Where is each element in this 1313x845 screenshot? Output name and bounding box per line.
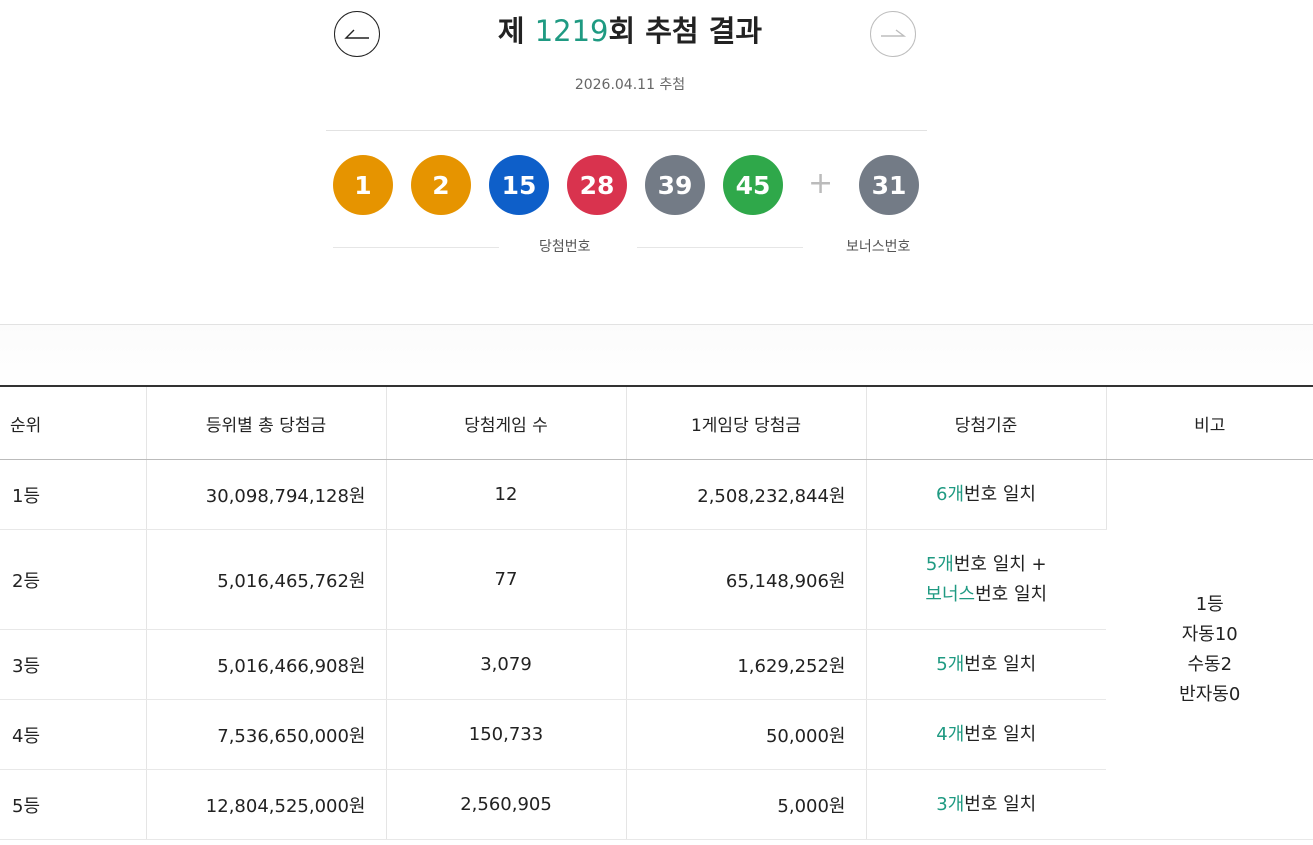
total-prize-cell: 7,536,650,000원 [146,699,387,770]
arrow-left-icon [344,29,369,39]
winning-ball: 28 [567,155,627,215]
rank-cell: 5등 [0,769,147,840]
criteria-text: 번호 일치 [964,653,1037,675]
rank-cell: 3등 [0,629,147,700]
bonus-number-label: 보너스번호 [846,239,911,255]
round-number: 1219 [534,14,609,48]
title-prefix: 제 [497,14,535,48]
header-prize-per-game: 1게임당 당첨금 [626,386,867,460]
header-criteria: 당첨기준 [866,386,1107,460]
note-cell: 1등 자동10 수동2 반자동0 [1106,459,1313,840]
winning-ball: 15 [489,155,549,215]
header-rank: 순위 [0,386,147,460]
winning-ball: 1 [333,155,393,215]
table-row: 1등 30,098,794,128원 12 2,508,232,844원 6개번… [0,459,1313,840]
prize-table: 순위 등위별 총 당첨금 당첨게임 수 1게임당 당첨금 당첨기준 비고 1등 … [0,385,1313,840]
criteria-text: 번호 일치 + [953,553,1047,575]
title-suffix: 회 추첨 결과 [608,14,763,48]
note-line: 1등 [1195,593,1224,615]
winner-count-cell: 77 [386,529,627,630]
criteria-cell: 6개번호 일치 [866,459,1107,530]
criteria-text: 번호 일치 [964,793,1037,815]
divider [326,130,927,131]
criteria-count: 5개 [925,553,954,575]
winner-count-cell: 3,079 [386,629,627,700]
prize-per-game-cell: 5,000원 [626,769,867,840]
draw-result-header: 제 1219회 추첨 결과 2026.04.11 추첨 1 2 15 28 39… [0,0,1313,324]
total-prize-cell: 5,016,465,762원 [146,529,387,630]
criteria-text: 번호 일치 [964,483,1036,505]
criteria-text: 번호 일치 [964,723,1037,745]
label-divider [637,247,803,248]
winner-count-cell: 150,733 [386,699,627,770]
note-line: 자동10 [1181,623,1238,645]
total-prize-cell: 30,098,794,128원 [146,459,387,530]
header-note: 비고 [1106,386,1313,460]
winning-ball: 39 [645,155,705,215]
rank-cell: 4등 [0,699,147,770]
arrow-right-icon [881,29,907,37]
winner-count-cell: 2,560,905 [386,769,627,840]
total-prize-cell: 12,804,525,000원 [146,769,387,840]
prize-per-game-cell: 50,000원 [626,699,867,770]
prize-per-game-cell: 65,148,906원 [626,529,867,630]
header-total-prize: 등위별 총 당첨금 [146,386,387,460]
plus-sign: + [808,166,834,201]
criteria-text: 번호 일치 [975,583,1048,605]
criteria-cell: 3개번호 일치 [866,769,1106,840]
criteria-cell: 4개번호 일치 [866,699,1106,770]
winner-count-cell: 12 [386,459,627,530]
criteria-count: 3개 [936,793,965,815]
label-divider [333,247,499,248]
note-line: 반자동0 [1179,683,1241,705]
winning-ball: 45 [723,155,783,215]
winning-numbers-label: 당첨번호 [539,239,591,255]
bonus-ball: 31 [859,155,919,215]
next-round-button[interactable] [870,11,916,57]
criteria-count: 4개 [936,723,965,745]
criteria-bonus: 보너스 [925,583,976,605]
rank-cell: 1등 [0,459,147,530]
note-line: 수동2 [1187,653,1233,675]
total-prize-cell: 5,016,466,908원 [146,629,387,700]
rank-cell: 2등 [0,529,147,630]
section-band [0,324,1313,387]
winning-ball: 2 [411,155,471,215]
page-title: 제 1219회 추첨 결과 [440,8,820,50]
draw-date: 2026.04.11 추첨 [574,77,686,93]
criteria-cell: 5개번호 일치 + 보너스번호 일치 [866,529,1106,630]
prize-per-game-cell: 1,629,252원 [626,629,867,700]
header-winner-count: 당첨게임 수 [386,386,627,460]
prev-round-button[interactable] [334,11,380,57]
prize-per-game-cell: 2,508,232,844원 [626,459,867,530]
criteria-count: 5개 [936,653,965,675]
criteria-cell: 5개번호 일치 [866,629,1106,700]
criteria-count: 6개 [936,483,965,505]
table-header-row: 순위 등위별 총 당첨금 당첨게임 수 1게임당 당첨금 당첨기준 비고 [0,386,1313,460]
